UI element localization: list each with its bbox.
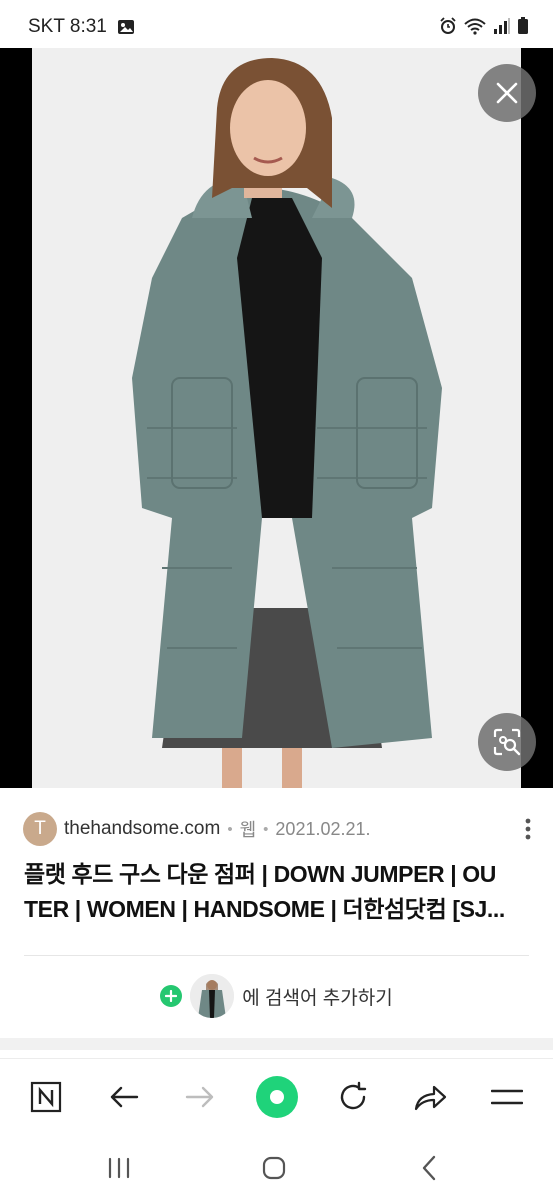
add-search-term-button[interactable]: 에 검색어 추가하기 (0, 970, 553, 1022)
result-date: 2021.02.21. (275, 818, 371, 839)
product-photo (32, 48, 521, 788)
forward-button[interactable] (176, 1073, 224, 1121)
naver-home-button[interactable] (22, 1073, 70, 1121)
close-icon (496, 82, 518, 104)
back-icon (110, 1086, 139, 1108)
share-icon (414, 1085, 447, 1111)
menu-button[interactable] (483, 1073, 531, 1121)
separator-dot: • (263, 820, 269, 838)
favicon-letter: T (34, 818, 46, 839)
green-dot-icon (256, 1076, 298, 1118)
system-back-button[interactable] (405, 1148, 453, 1188)
result-title-line1: 플랫 후드 구스 다운 점퍼 | DOWN JUMPER | OU (24, 861, 496, 887)
result-source-row[interactable]: T thehandsome.com • 웹 • 2021.02.21. (23, 811, 538, 847)
naver-home-icon (30, 1081, 62, 1113)
recent-apps-icon (108, 1157, 130, 1179)
plus-icon (160, 985, 183, 1007)
battery-icon (518, 17, 528, 34)
image-thumbnail (190, 974, 235, 1018)
signal-icon (494, 18, 510, 34)
wifi-icon (464, 18, 486, 35)
refresh-icon (340, 1081, 367, 1110)
home-icon (262, 1156, 286, 1180)
site-name[interactable]: thehandsome.com (64, 818, 220, 840)
back-icon (422, 1155, 436, 1181)
coat-model-image (32, 48, 521, 788)
divider (24, 955, 529, 956)
share-button[interactable] (406, 1073, 454, 1121)
image-search-icon (493, 728, 521, 756)
menu-icon (491, 1089, 523, 1105)
section-gap (0, 1038, 553, 1050)
refresh-button[interactable] (329, 1073, 377, 1121)
alarm-icon (440, 17, 456, 34)
separator-dot: • (227, 820, 233, 838)
recent-apps-button[interactable] (95, 1148, 143, 1188)
forward-icon (185, 1086, 214, 1108)
close-button[interactable] (478, 64, 536, 122)
result-title[interactable]: 플랫 후드 구스 다운 점퍼 | DOWN JUMPER | OU TER | … (24, 857, 529, 927)
image-viewer (0, 48, 553, 788)
more-vertical-icon[interactable] (524, 817, 532, 841)
image-search-button[interactable] (478, 713, 536, 771)
status-bar: SKT 8:31 (0, 0, 553, 48)
add-search-term-label: 에 검색어 추가하기 (242, 987, 393, 1009)
result-title-line2: TER | WOMEN | HANDSOME | 더한섬닷컴 [SJ... (24, 896, 505, 922)
browser-toolbar (0, 1058, 553, 1134)
system-navigation-bar (0, 1134, 553, 1200)
back-button[interactable] (100, 1073, 148, 1121)
system-home-button[interactable] (250, 1148, 298, 1188)
site-favicon: T (23, 812, 57, 846)
gallery-icon (117, 20, 134, 34)
carrier-time: SKT 8:31 (28, 16, 107, 37)
result-type: 웹 (239, 820, 257, 840)
green-dot-button[interactable] (253, 1073, 301, 1121)
